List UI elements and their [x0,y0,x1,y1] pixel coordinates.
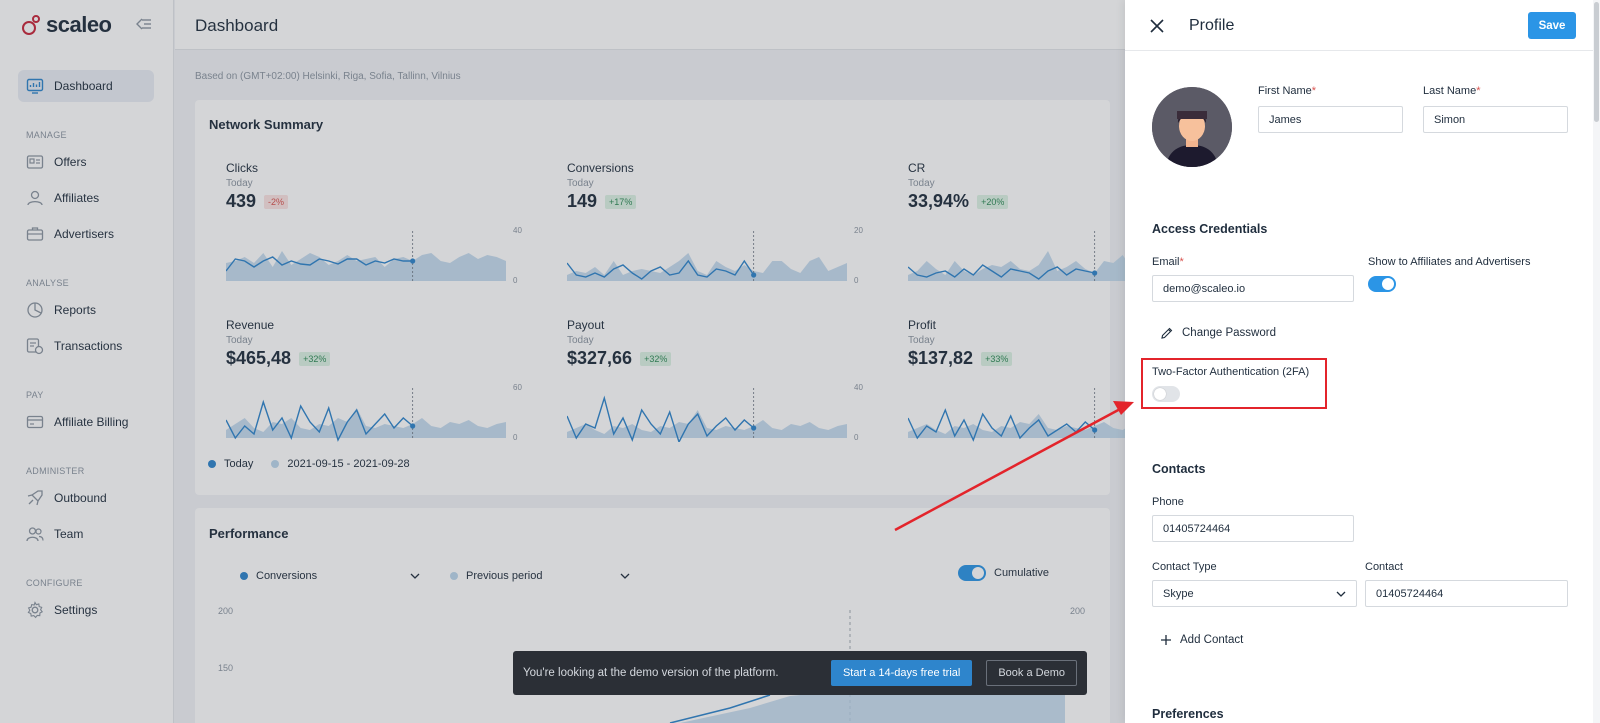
save-button[interactable]: Save [1528,12,1576,39]
preferences-title: Preferences [1152,707,1224,721]
change-password-link[interactable]: Change Password [1160,326,1276,340]
first-name-label-text: First Name [1258,85,1312,97]
required-mark: * [1311,85,1317,97]
drawer-title: Profile [1189,17,1235,34]
close-icon[interactable] [1149,18,1165,34]
contact-input[interactable] [1365,580,1568,607]
phone-label: Phone [1152,496,1184,508]
first-name-label: First Name* [1258,85,1316,97]
required-mark: * [1179,256,1184,268]
add-contact-button[interactable]: Add Contact [1160,634,1243,646]
demo-banner-text: You're looking at the demo version of th… [523,667,779,679]
twofa-annotation-box [1141,358,1327,409]
chevron-down-icon [1336,591,1346,597]
contact-type-select[interactable]: Skype [1152,580,1357,607]
add-contact-label: Add Contact [1180,634,1244,646]
demo-banner: You're looking at the demo version of th… [513,651,1087,695]
drawer-header: Profile Save [1125,0,1600,51]
backdrop-overlay[interactable] [0,0,1125,723]
email-label: Email* [1152,256,1184,268]
contact-type-value: Skype [1163,587,1194,600]
contacts-title: Contacts [1152,462,1206,476]
user-avatar-icon [1152,87,1232,167]
book-demo-button[interactable]: Book a Demo [986,660,1077,686]
required-mark: * [1476,85,1481,97]
change-password-label: Change Password [1182,327,1276,339]
plus-icon [1161,635,1171,645]
show-to-affiliates-label: Show to Affiliates and Advertisers [1368,256,1531,268]
contact-label: Contact [1365,561,1403,573]
drawer-scrollbar-thumb[interactable] [1594,2,1599,122]
email-input[interactable] [1152,275,1354,302]
pencil-icon [1161,327,1173,339]
show-to-affiliates-toggle[interactable] [1368,276,1396,292]
avatar[interactable] [1152,87,1232,167]
email-label-text: Email [1152,256,1180,268]
contact-type-label: Contact Type [1152,561,1217,573]
phone-input[interactable] [1152,515,1354,542]
first-name-input[interactable] [1258,106,1403,133]
access-credentials-title: Access Credentials [1152,222,1268,236]
toggle-knob [1382,278,1394,290]
last-name-label-text: Last Name [1423,85,1477,97]
last-name-label: Last Name* [1423,85,1480,97]
start-trial-button[interactable]: Start a 14-days free trial [830,660,973,686]
last-name-input[interactable] [1423,106,1568,133]
